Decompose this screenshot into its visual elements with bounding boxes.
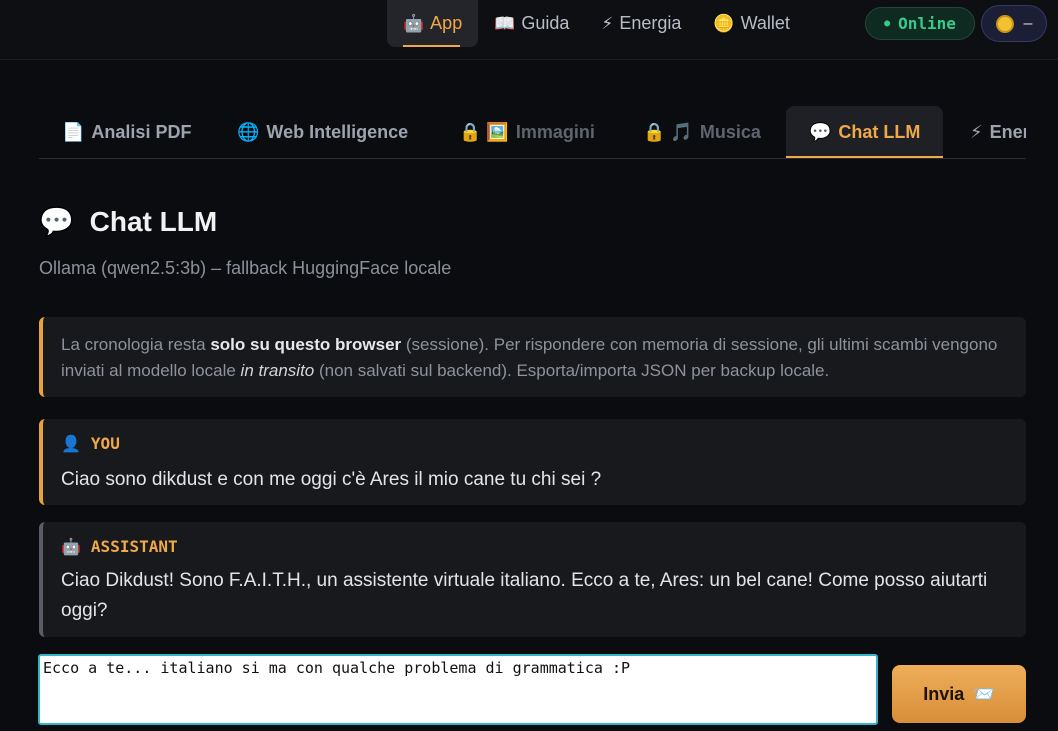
feature-tabs: 📄 Analisi PDF 🌐 Web Intelligence 🔒 🖼️ Im… [39,106,1026,159]
chat-message-user: 👤 YOU Ciao sono dikdust e con me oggi c'… [39,419,1026,505]
message-role-label: ASSISTANT [90,536,178,556]
speech-bubble-icon: 💬 [39,206,74,237]
envelope-icon: 📨 [972,683,995,704]
chat-message-assistant: 🤖 ASSISTANT Ciao Dikdust! Sono F.A.I.T.H… [39,522,1026,637]
tab-energia[interactable]: ⚡ Energia [947,106,1026,158]
send-button-label: Invia [923,683,965,704]
page-title: 💬 Chat LLM [39,205,217,238]
book-icon: 📖 [494,13,516,33]
chat-input[interactable]: Ecco a te... italiano si ma con qualche … [38,654,878,725]
user-icon: 👤 [61,433,81,453]
page-subtitle: Ollama (qwen2.5:3b) – fallback HuggingFa… [39,258,452,278]
status-dot-icon: ● [884,18,891,29]
document-icon: 📄 [62,121,85,142]
page-title-text: Chat LLM [89,206,218,237]
message-role-label: YOU [90,433,120,453]
coin-icon [995,14,1014,33]
speech-bubble-icon: 💬 [809,121,832,142]
tab-label: Immagini [515,121,595,142]
robot-icon: 🤖 [61,536,81,556]
nav-item-wallet[interactable]: 🪙 Wallet [697,0,806,47]
nav-item-app[interactable]: 🤖 App [387,0,479,47]
top-nav: 🤖 App 📖 Guida ⚡ Energia 🪙 Wallet [387,0,806,47]
wallet-balance-button[interactable]: – [981,5,1047,42]
note-italic-text: in transito [240,361,315,380]
send-button[interactable]: Invia 📨 [892,665,1026,723]
robot-icon: 🤖 [403,13,425,33]
note-text: (non salvati sul backend). Esporta/impor… [314,361,830,380]
lock-music-icon: 🔒 🎵 [643,121,693,142]
nav-item-guida[interactable]: 📖 Guida [478,0,585,47]
status-badge: ● Online [865,7,975,40]
wallet-balance: – [1023,14,1033,32]
status-label: Online [898,14,956,33]
lightning-icon: ⚡ [601,13,614,33]
coin-icon: 🪙 [713,13,735,33]
lock-image-icon: 🔒 🖼️ [459,121,509,142]
tab-label: Chat LLM [838,121,921,142]
tab-immagini[interactable]: 🔒 🖼️ Immagini [436,106,618,158]
lightning-icon: ⚡ [970,121,983,142]
nav-item-label: Energia [619,13,682,33]
message-role: 🤖 ASSISTANT [61,536,1008,556]
tab-label: Musica [699,121,761,142]
message-role: 👤 YOU [61,433,1008,453]
nav-item-label: Wallet [740,13,790,33]
tab-web-intelligence[interactable]: 🌐 Web Intelligence [214,106,431,158]
message-text: Ciao sono dikdust e con me oggi c'è Ares… [61,469,602,490]
note-text: La cronologia resta [61,335,211,354]
tab-label: Energia [989,121,1026,142]
message-text: Ciao Dikdust! Sono F.A.I.T.H., un assist… [61,570,988,621]
tab-label: Web Intelligence [266,121,409,142]
tab-analisi-pdf[interactable]: 📄 Analisi PDF [39,106,214,158]
note-bold-text: solo su questo browser [210,335,402,354]
tab-label: Analisi PDF [91,121,192,142]
nav-item-label: App [430,13,463,33]
globe-icon: 🌐 [237,121,260,142]
tab-musica[interactable]: 🔒 🎵 Musica [620,106,784,158]
nav-item-energia[interactable]: ⚡ Energia [585,0,697,47]
nav-item-label: Guida [521,13,570,33]
session-info-note: La cronologia resta solo su questo brows… [39,317,1026,397]
top-bar: 🤖 App 📖 Guida ⚡ Energia 🪙 Wallet ● Onlin… [0,0,1058,60]
tab-chat-llm[interactable]: 💬 Chat LLM [786,106,943,158]
